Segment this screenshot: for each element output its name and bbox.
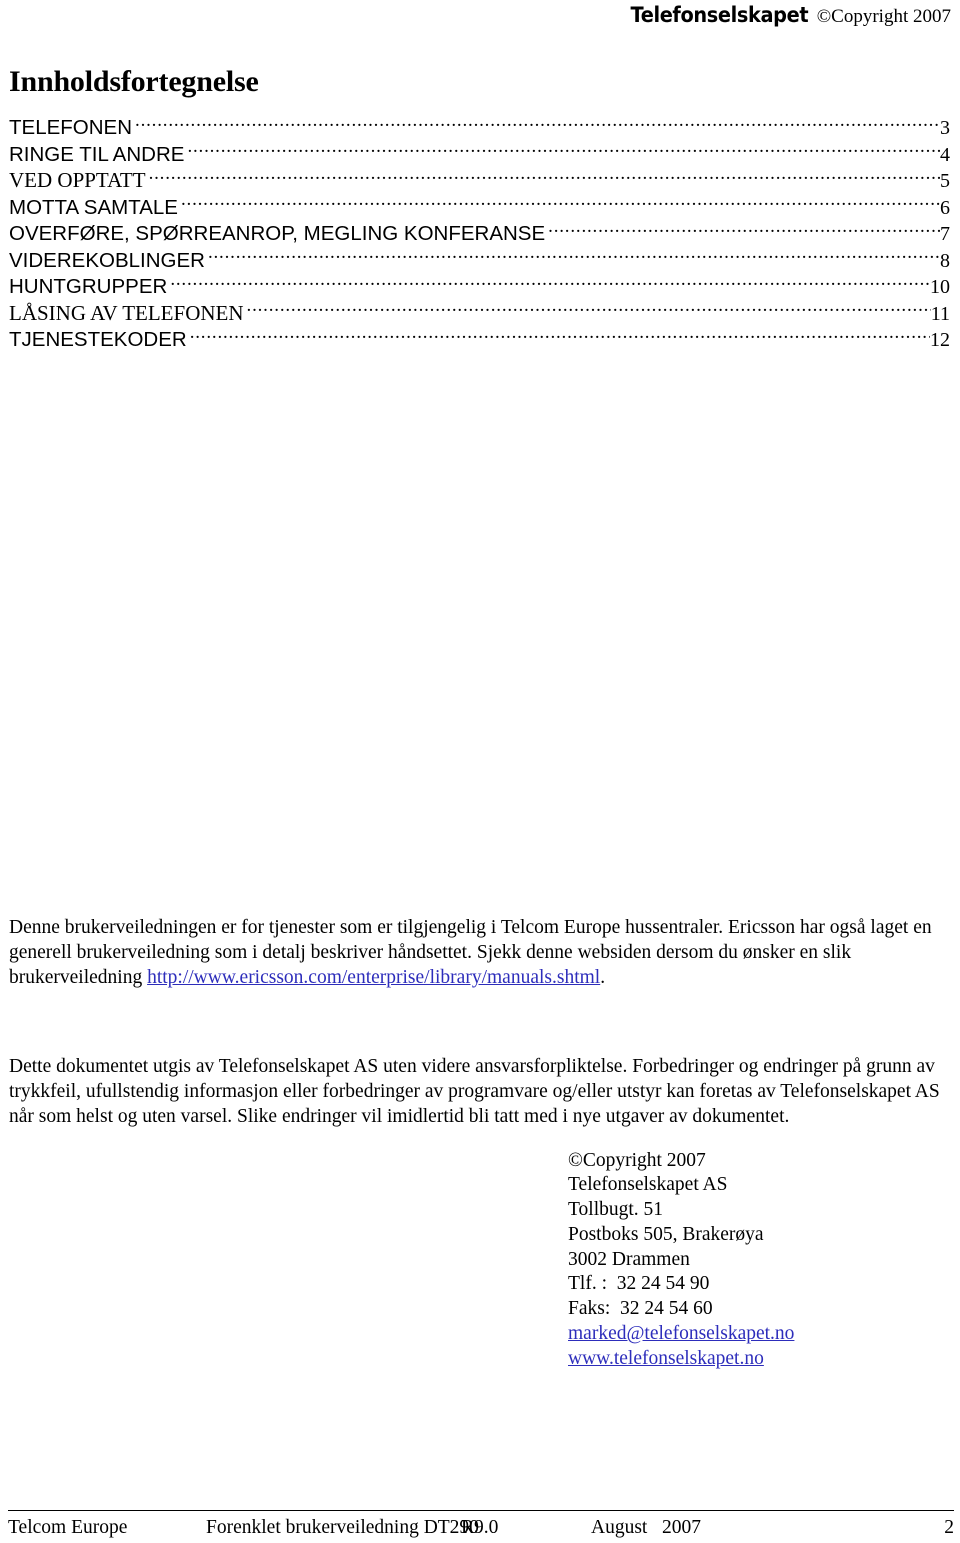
address-city: 3002 Drammen [568,1248,690,1270]
address-company: Telefonselskapet AS [568,1174,728,1196]
document-footer: Telcom Europe Forenklet brukerveiledning… [8,1510,954,1539]
toc-entry[interactable]: VED OPPTATT 5 [9,167,950,194]
toc-entry-label: TJENESTEKODER [9,328,187,351]
toc-entry[interactable]: HUNTGRUPPER 10 [9,273,950,300]
document-page: Telefonselskapet ©Copyright 2007 Innhold… [0,0,960,1543]
toc-entry[interactable]: VIDEREKOBLINGER 8 [9,246,950,273]
toc-leader-dots [135,114,940,135]
page-title: Innholdsfortegnelse [9,65,259,98]
toc-entry[interactable]: TJENESTEKODER 12 [9,326,950,353]
address-phone: Tlf. : 32 24 54 90 [568,1273,710,1295]
toc-leader-dots [170,273,930,294]
contact-address-block: ©Copyright 2007 Telefonselskapet AS Toll… [8,1149,952,1372]
toc-entry-label: HUNTGRUPPER [9,275,168,298]
address-street: Tollbugt. 51 [568,1199,664,1221]
toc-entry-label: OVERFØRE, SPØRREANROP, MEGLING KONFERANS… [9,222,546,245]
email-link[interactable]: marked@telefonselskapet.no [568,1323,794,1344]
intro-text-tail: . [600,967,606,988]
toc-entry-page: 8 [940,249,950,272]
toc-entry[interactable]: OVERFØRE, SPØRREANROP, MEGLING KONFERANS… [9,220,950,247]
toc-entry-page: 5 [940,170,950,192]
table-of-contents: TELEFONEN 3 RINGE TIL ANDRE 4 VED OPPTAT… [8,114,952,353]
toc-entry[interactable]: LÅSING AV TELEFONEN 11 [9,299,950,326]
ericsson-manuals-link[interactable]: http://www.ericsson.com/enterprise/libra… [147,967,600,988]
toc-leader-dots [190,326,930,347]
footer-page-number: 2 [944,1517,954,1538]
document-header: Telefonselskapet ©Copyright 2007 [8,0,952,37]
toc-entry-page: 6 [940,196,950,219]
header-copyright: ©Copyright 2007 [816,6,951,27]
toc-leader-dots [181,193,940,214]
intro-paragraph: Denne brukerveiledningen er for tjeneste… [8,915,952,990]
toc-entry-page: 12 [930,329,950,351]
footer-company: Telcom Europe [8,1517,128,1538]
toc-entry-page: 7 [940,223,950,245]
toc-entry-page: 10 [930,276,950,298]
toc-leader-dots [187,140,940,161]
toc-entry-label: TELEFONEN [9,116,133,139]
toc-entry-label: RINGE TIL ANDRE [9,142,185,166]
toc-entry-page: 3 [940,117,950,139]
footer-title: Forenklet brukerveiledning DT290 [206,1517,479,1538]
address-fax: Faks: 32 24 54 60 [568,1298,713,1320]
disclaimer-paragraph: Dette dokumentet utgis av Telefonselskap… [9,1056,940,1127]
footer-revision: R9.0 [461,1517,499,1538]
footer-row: Telcom Europe Forenklet brukerveiledning… [8,1517,954,1539]
toc-entry-label: LÅSING AV TELEFONEN [9,300,244,325]
toc-leader-dots [247,299,931,320]
toc-entry-label: MOTTA SAMTALE [9,195,178,219]
toc-entry[interactable]: TELEFONEN 3 [9,114,950,141]
toc-leader-dots [548,220,940,241]
toc-entry-label: VED OPPTATT [9,168,146,192]
address-postbox: Postboks 505, Brakerøya [568,1223,764,1245]
toc-entry-page: 11 [930,302,950,325]
toc-entry-page: 4 [940,143,950,166]
toc-leader-dots [208,246,940,267]
website-link[interactable]: www.telefonselskapet.no [568,1348,764,1369]
address-copyright: ©Copyright 2007 [568,1149,706,1171]
footer-divider [8,1510,954,1511]
toc-leader-dots [149,167,940,188]
toc-entry[interactable]: RINGE TIL ANDRE 4 [9,140,950,167]
toc-entry-label: VIDEREKOBLINGER [9,248,205,272]
footer-date: August 2007 [591,1517,701,1538]
brand-wordmark: Telefonselskapet [629,3,808,27]
toc-entry[interactable]: MOTTA SAMTALE 6 [9,193,950,220]
